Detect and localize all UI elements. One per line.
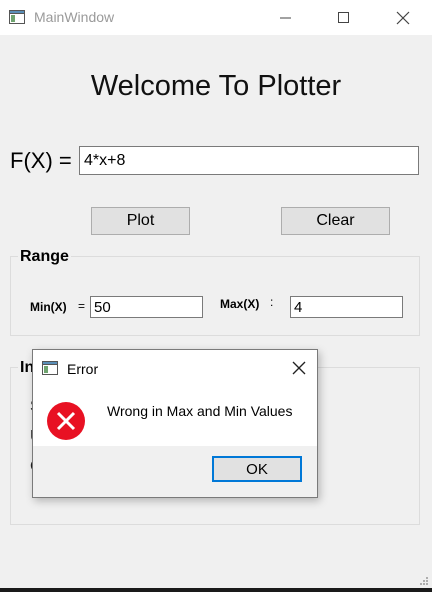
window-title: MainWindow — [34, 9, 115, 25]
min-x-label: Min(X) — [30, 300, 67, 314]
ok-button[interactable]: OK — [212, 456, 302, 482]
dialog-title: Error — [67, 361, 99, 377]
minimize-icon — [280, 17, 291, 18]
maximize-button[interactable] — [321, 0, 367, 35]
dialog-message: Wrong in Max and Min Values — [107, 403, 293, 419]
close-icon — [396, 11, 410, 24]
close-button[interactable] — [380, 0, 426, 35]
min-x-equals: = — [78, 299, 86, 313]
bottom-edge — [0, 588, 432, 592]
max-x-colon: : — [270, 295, 274, 309]
error-dialog: Error Wrong in Max and Min Values OK — [32, 349, 318, 498]
max-x-label: Max(X) — [220, 297, 260, 311]
error-icon — [47, 402, 85, 440]
maximize-icon — [338, 11, 349, 23]
clear-button[interactable]: Clear — [281, 207, 390, 235]
app-window-icon — [9, 10, 25, 24]
plot-button[interactable]: Plot — [91, 207, 190, 235]
fx-label: F(X) = — [10, 148, 72, 173]
function-input[interactable] — [79, 146, 419, 175]
min-x-input[interactable] — [90, 296, 203, 318]
close-icon — [292, 361, 306, 375]
page-title: Welcome To Plotter — [90, 70, 342, 102]
max-x-input[interactable] — [290, 296, 403, 318]
dialog-close-button[interactable] — [289, 358, 309, 378]
resize-grip-icon[interactable] — [419, 576, 429, 586]
range-group-title: Range — [18, 248, 71, 266]
dialog-window-icon — [42, 361, 58, 375]
title-bar: MainWindow — [0, 0, 432, 35]
dialog-footer: OK — [33, 446, 317, 497]
minimize-button[interactable] — [263, 0, 309, 35]
